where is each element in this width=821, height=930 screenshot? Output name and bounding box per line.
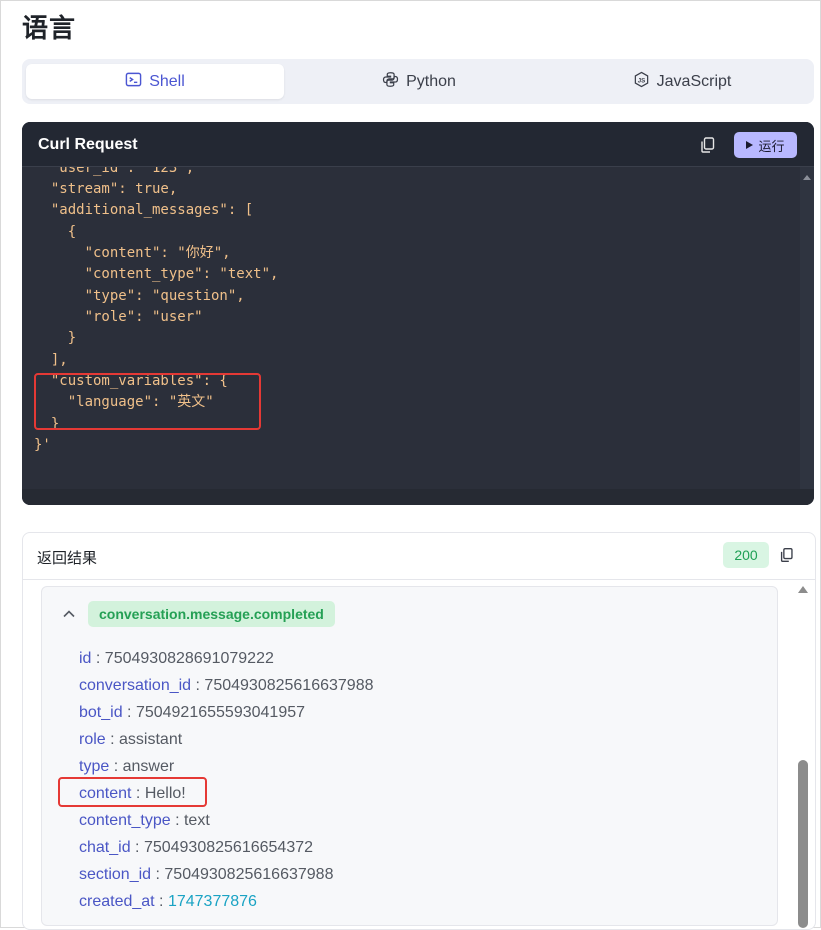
code-title: Curl Request — [38, 136, 138, 153]
field-row-content-type: content_type : text — [79, 812, 210, 830]
code-line: ], — [34, 352, 68, 368]
code-vertical-scrollbar[interactable] — [800, 167, 814, 489]
result-scrollbar[interactable] — [797, 580, 809, 928]
tab-label: JavaScript — [656, 72, 732, 90]
field-separator: : — [122, 704, 136, 721]
code-line: "role": "user" — [34, 309, 203, 325]
field-key: bot_id — [79, 704, 123, 721]
field-row-bot-id: bot_id : 7504921655593041957 — [79, 704, 305, 722]
code-line: "content_type": "text", — [34, 266, 279, 282]
run-button-label: 运行 — [758, 138, 785, 154]
run-button[interactable]: 运行 — [734, 132, 797, 158]
code-line: }' — [34, 437, 51, 453]
field-separator: : — [130, 839, 144, 856]
field-row-id: id : 7504930828691079222 — [79, 650, 274, 668]
field-separator: : — [91, 650, 105, 667]
code-line: "additional_messages": [ — [34, 202, 254, 218]
code-editor[interactable]: "user_id": "123", "stream": true, "addit… — [22, 167, 800, 489]
code-line: "user_id": "123", — [34, 167, 195, 176]
copy-icon[interactable] — [778, 546, 796, 564]
field-row-type: type : answer — [79, 758, 174, 776]
python-icon — [382, 71, 399, 93]
language-tabs: Shell Python JS JavaScript — [22, 59, 814, 104]
field-value: 7504930828691079222 — [104, 650, 274, 667]
tab-label: Shell — [149, 72, 185, 90]
result-header: 返回结果 200 — [23, 533, 815, 580]
code-panel: Curl Request 运行 "user_id": "123", "strea… — [22, 122, 814, 505]
chevron-up-icon[interactable] — [62, 607, 76, 621]
svg-text:JS: JS — [637, 77, 645, 84]
terminal-icon — [125, 71, 142, 93]
field-row-chat-id: chat_id : 7504930825616654372 — [79, 839, 313, 857]
field-key: conversation_id — [79, 677, 192, 694]
copy-icon[interactable] — [698, 135, 718, 155]
event-type-tag: conversation.message.completed — [88, 601, 335, 627]
code-line: { — [34, 224, 77, 240]
field-value: 7504930825616637988 — [164, 866, 334, 883]
result-panel: 返回结果 200 conversation.message.completed … — [22, 532, 816, 930]
code-line: "content": "你好", — [34, 245, 231, 261]
field-value: 1747377876 — [167, 893, 257, 910]
tab-shell[interactable]: Shell — [26, 64, 284, 99]
code-line: "type": "question", — [34, 288, 245, 304]
status-badge: 200 — [723, 542, 769, 568]
field-separator: : — [170, 812, 184, 829]
tab-python[interactable]: Python — [288, 64, 550, 99]
page-title: 语言 — [22, 13, 77, 43]
tab-label: Python — [406, 72, 456, 90]
scrollbar-thumb[interactable] — [798, 760, 808, 928]
field-key: created_at — [79, 893, 155, 910]
scroll-up-icon — [798, 586, 808, 593]
field-separator: : — [109, 758, 123, 775]
field-key: type — [79, 758, 110, 775]
field-value: 7504921655593041957 — [135, 704, 306, 721]
scroll-up-icon — [803, 175, 811, 180]
field-value: answer — [122, 758, 175, 775]
tab-javascript[interactable]: JS JavaScript — [554, 64, 810, 99]
code-line: "stream": true, — [34, 181, 178, 197]
play-icon — [746, 141, 754, 149]
javascript-icon: JS — [633, 71, 650, 93]
field-value: text — [183, 812, 210, 829]
code-header: Curl Request 运行 — [22, 122, 814, 167]
field-separator: : — [105, 731, 120, 748]
field-key: chat_id — [79, 839, 131, 856]
field-row-section-id: section_id : 7504930825616637988 — [79, 866, 333, 884]
field-key: role — [79, 731, 106, 748]
field-row-created-at: created_at : 1747377876 — [79, 893, 257, 911]
field-key: content_type — [79, 812, 171, 829]
field-value: 7504930825616637988 — [204, 677, 374, 694]
field-row-conversation-id: conversation_id : 7504930825616637988 — [79, 677, 374, 695]
field-separator: : — [151, 866, 165, 883]
field-value: 7504930825616654372 — [143, 839, 314, 856]
code-horizontal-scrollbar[interactable] — [22, 489, 814, 505]
field-separator: : — [154, 893, 168, 910]
field-row-role: role : assistant — [79, 731, 182, 749]
field-key: id — [79, 650, 92, 667]
annotation-highlight-content — [58, 777, 207, 807]
field-key: section_id — [79, 866, 152, 883]
field-separator: : — [191, 677, 205, 694]
code-line: } — [34, 330, 77, 346]
annotation-highlight-custom-variables — [34, 373, 261, 430]
field-value: assistant — [119, 731, 183, 748]
event-card: conversation.message.completed id : 7504… — [41, 586, 778, 926]
result-title: 返回结果 — [37, 550, 98, 567]
